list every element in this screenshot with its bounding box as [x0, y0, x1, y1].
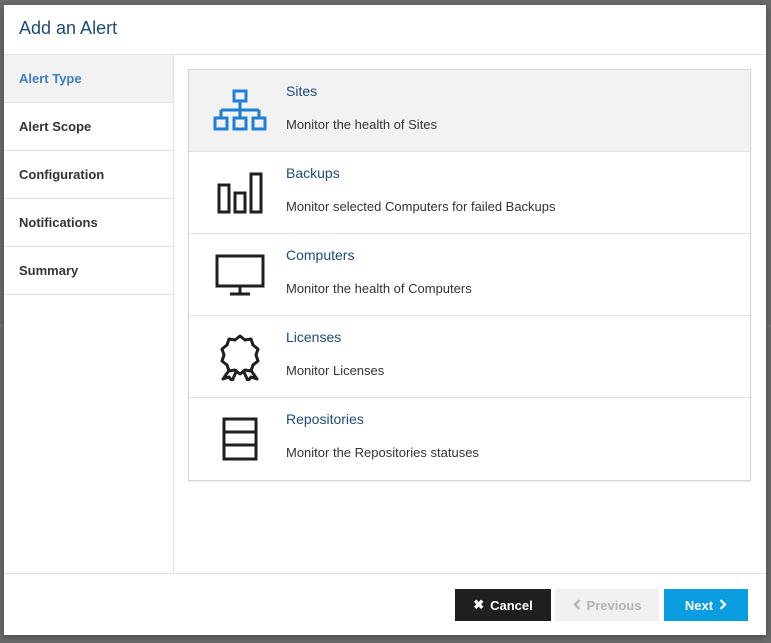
dialog-footer: ✖ Cancel Previous Next — [4, 573, 766, 635]
step-summary[interactable]: Summary — [4, 247, 173, 295]
alert-type-description: Monitor the health of Computers — [286, 281, 472, 296]
background-divider — [766, 325, 771, 327]
close-icon: ✖ — [473, 597, 485, 612]
add-alert-dialog: Add an Alert Alert Type Alert Scope Conf… — [4, 5, 766, 635]
cancel-button-label: Cancel — [490, 597, 533, 613]
dialog-header: Add an Alert — [4, 5, 766, 55]
alert-type-name: Licenses — [286, 329, 342, 345]
previous-button-label: Previous — [586, 597, 642, 613]
bar-chart-icon — [213, 169, 267, 217]
next-button[interactable]: Next — [664, 589, 748, 621]
step-alert-scope[interactable]: Alert Scope — [4, 103, 173, 151]
alert-type-description: Monitor Licenses — [286, 363, 385, 378]
alert-type-list: Sites Monitor the health of Sites Backup… — [188, 69, 751, 481]
chevron-left-icon — [572, 598, 581, 613]
cancel-button[interactable]: ✖ Cancel — [455, 589, 551, 621]
next-button-label: Next — [684, 597, 714, 613]
sitemap-icon — [213, 87, 267, 135]
alert-type-name: Sites — [286, 83, 318, 99]
alert-type-description: Monitor selected Computers for failed Ba… — [286, 199, 556, 214]
step-notifications[interactable]: Notifications — [4, 199, 173, 247]
alert-type-name: Repositories — [286, 411, 364, 427]
monitor-icon — [213, 251, 267, 299]
chevron-right-icon — [719, 598, 727, 613]
alert-type-computers[interactable]: Computers Monitor the health of Computer… — [189, 234, 750, 316]
dialog-title: Add an Alert — [19, 18, 118, 38]
alert-type-description: Monitor the health of Sites — [286, 117, 438, 132]
alert-type-licenses[interactable]: Licenses Monitor Licenses — [189, 316, 750, 398]
alert-type-name: Computers — [286, 247, 355, 263]
wizard-steps: Alert Type Alert Scope Configuration Not… — [4, 55, 174, 573]
alert-type-sites[interactable]: Sites Monitor the health of Sites — [189, 70, 750, 152]
step-configuration[interactable]: Configuration — [4, 151, 173, 199]
alert-type-backups[interactable]: Backups Monitor selected Computers for f… — [189, 152, 750, 234]
storage-stack-icon — [213, 415, 267, 463]
previous-button[interactable]: Previous — [555, 589, 659, 621]
alert-type-repositories[interactable]: Repositories Monitor the Repositories st… — [189, 398, 750, 480]
step-alert-type[interactable]: Alert Type — [4, 55, 173, 103]
alert-type-description: Monitor the Repositories statuses — [286, 445, 479, 460]
alert-type-name: Backups — [286, 165, 340, 181]
award-ribbon-icon — [213, 333, 267, 383]
